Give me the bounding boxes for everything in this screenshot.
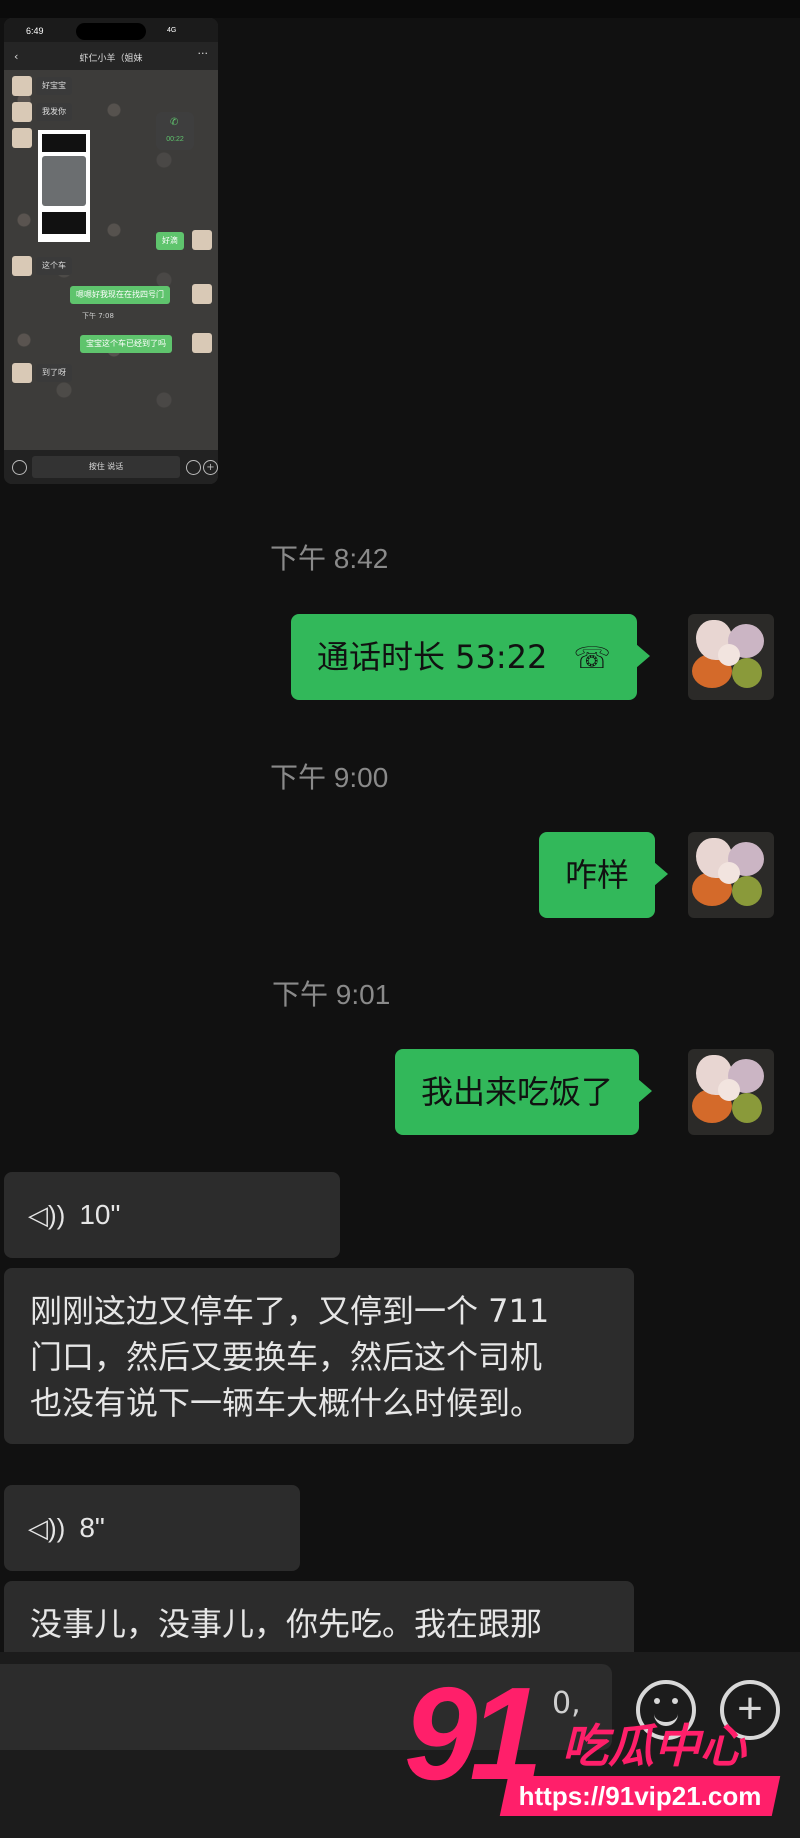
embedded-message-out: 好滴 (156, 232, 184, 250)
timestamp: 下午 8:42 (270, 543, 389, 574)
watermark-logo: 91 吃瓜中心 https://91vip21.com (404, 1660, 800, 1838)
avatar[interactable] (688, 614, 774, 700)
more-dots-icon: ··· (197, 47, 209, 60)
hold-to-talk-button: 按住 说话 (32, 456, 180, 478)
embedded-call-duration: 00:22 (166, 136, 184, 143)
call-record-bubble[interactable]: 通话时长 53:22 ☏ (291, 614, 650, 700)
embedded-avatar (12, 128, 32, 148)
voice-duration: 10" (79, 1199, 121, 1230)
message-line: 也没有说下一辆车大概什么时候到。 (30, 1384, 543, 1422)
voice-toggle-icon (12, 460, 27, 475)
watermark-url-badge: https://91vip21.com (499, 1776, 781, 1816)
embedded-avatar (192, 333, 212, 353)
embedded-avatar (192, 284, 212, 304)
emoji-icon (186, 460, 201, 475)
embedded-avatar (192, 230, 212, 250)
embedded-avatar (12, 76, 32, 96)
phone-hangup-icon: ☏ (573, 641, 611, 676)
embedded-car-photo (38, 130, 90, 242)
embedded-status-bar: 6:49 4G (4, 18, 218, 42)
embedded-message-out: 宝宝这个车已经到了吗 (80, 335, 172, 353)
watermark-text: 吃瓜中心 (562, 1719, 746, 1773)
message-bubble-out[interactable]: 我出来吃饭了 (395, 1049, 653, 1135)
top-strip (0, 0, 800, 18)
embedded-chat-screenshot[interactable]: 6:49 4G ‹ 虾仁小羊（姐妹 ··· 好宝宝 我发你 ✆ 00:22 好滴… (4, 18, 218, 484)
embedded-network-label: 4G (167, 27, 177, 34)
timestamp: 下午 9:00 (270, 762, 389, 793)
voice-message-bubble[interactable]: ◁)) 8" (4, 1485, 300, 1571)
embedded-timestamp: 下午 7:08 (80, 311, 116, 321)
avatar[interactable] (688, 1049, 774, 1135)
embedded-message-in: 我发你 (36, 103, 72, 121)
phone-icon: ✆ (170, 117, 179, 128)
embedded-avatar (12, 363, 32, 383)
embedded-avatar (12, 102, 32, 122)
embedded-chat-title: 虾仁小羊（姐妹 (79, 54, 143, 64)
embedded-chat-header: ‹ 虾仁小羊（姐妹 ··· (4, 42, 218, 70)
voice-duration: 8" (79, 1512, 105, 1543)
message-line: 门口，然后又要换车，然后这个司机 (30, 1338, 543, 1376)
voice-wave-icon: ◁)) (28, 1513, 66, 1543)
message-bubble-out[interactable]: 咋样 (539, 832, 669, 918)
embedded-message-out: 嗯嗯好我现在在找四号门 (70, 286, 170, 304)
voice-wave-icon: ◁)) (28, 1200, 66, 1230)
embedded-message-in: 到了呀 (36, 364, 72, 382)
car-image (42, 156, 86, 206)
dynamic-island (76, 23, 146, 40)
call-duration-text: 通话时长 53:22 (317, 638, 548, 676)
timestamp: 下午 9:01 (272, 979, 391, 1010)
watermark-url: https://91vip21.com (518, 1781, 762, 1811)
embedded-message-in: 这个车 (36, 257, 72, 275)
message-line: 刚刚这边又停车了，又停到一个 711 (30, 1292, 550, 1330)
voice-message-bubble[interactable]: ◁)) 10" (4, 1172, 340, 1258)
embedded-input-bar: 按住 说话 + (4, 450, 218, 484)
embedded-status-time: 6:49 (26, 26, 44, 36)
message-line: 没事儿，没事儿，你先吃。我在跟那 (30, 1605, 543, 1643)
embedded-call-bubble: ✆ 00:22 (156, 112, 194, 150)
plus-icon: + (203, 460, 218, 475)
embedded-avatar (12, 256, 32, 276)
embedded-message-in: 好宝宝 (36, 77, 72, 95)
avatar[interactable] (688, 832, 774, 918)
message-bubble-in[interactable]: 刚刚这边又停车了，又停到一个 711 门口，然后又要换车，然后这个司机 也没有说… (4, 1268, 634, 1444)
